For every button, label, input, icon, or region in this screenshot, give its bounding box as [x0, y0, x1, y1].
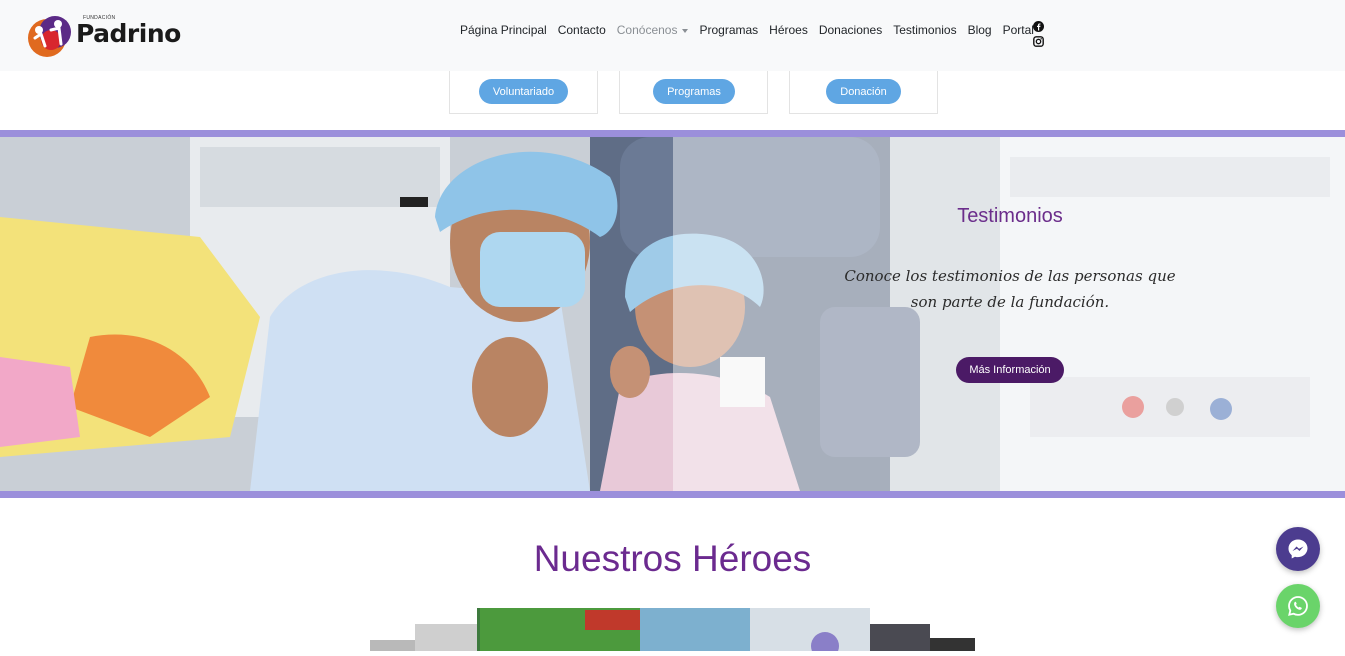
volunteer-button[interactable]: Voluntariado	[479, 79, 568, 104]
facebook-icon[interactable]	[1033, 19, 1044, 32]
nav-item-blog[interactable]: Blog	[968, 23, 992, 37]
instagram-icon[interactable]	[1033, 34, 1044, 47]
nav-item-contact[interactable]: Contacto	[558, 23, 606, 37]
donation-button[interactable]: Donación	[826, 79, 901, 104]
nav-item-heroes[interactable]: Héroes	[769, 23, 808, 37]
nav-item-about-dropdown[interactable]: Conócenos	[617, 23, 689, 37]
brand-name: Padrino	[76, 19, 181, 48]
card-donation: Donación	[789, 71, 938, 114]
nav-item-home[interactable]: Página Principal	[460, 23, 547, 37]
heroes-carousel[interactable]	[370, 608, 976, 656]
nav-item-donations[interactable]: Donaciones	[819, 23, 882, 37]
programs-button[interactable]: Programas	[653, 79, 735, 104]
hero-image: Testimonios Conoce los testimonios de la…	[0, 137, 1345, 491]
nav-links: Página Principal Contacto Conócenos Prog…	[460, 23, 1034, 37]
social-links	[1033, 19, 1044, 47]
carousel-images	[370, 608, 975, 656]
caret-down-icon	[682, 28, 689, 33]
nav-item-programs[interactable]: Programas	[699, 23, 758, 37]
whatsapp-button[interactable]	[1276, 584, 1320, 628]
nav-item-testimonials[interactable]: Testimonios	[893, 23, 956, 37]
hero-description: Conoce los testimonios de las personas q…	[844, 267, 1176, 311]
more-info-button[interactable]: Más Información	[956, 357, 1064, 383]
hero-title: Testimonios	[957, 205, 1063, 227]
nav-item-portal[interactable]: Portal	[1003, 23, 1034, 37]
testimonials-hero: Testimonios Conoce los testimonios de la…	[0, 130, 1345, 498]
card-volunteer: Voluntariado	[449, 71, 598, 114]
whatsapp-icon	[1288, 596, 1308, 616]
messenger-button[interactable]	[1276, 527, 1320, 571]
messenger-icon	[1288, 539, 1308, 559]
logo-mark-icon	[28, 16, 71, 57]
nav-item-about-label: Conócenos	[616, 23, 678, 37]
brand-logo[interactable]: FUNDACIÓN Padrino	[25, 10, 181, 60]
navbar: FUNDACIÓN Padrino Página Principal Conta…	[0, 0, 1345, 71]
heroes-section-title: Nuestros Héroes	[533, 538, 812, 579]
card-programs: Programas	[619, 71, 768, 114]
